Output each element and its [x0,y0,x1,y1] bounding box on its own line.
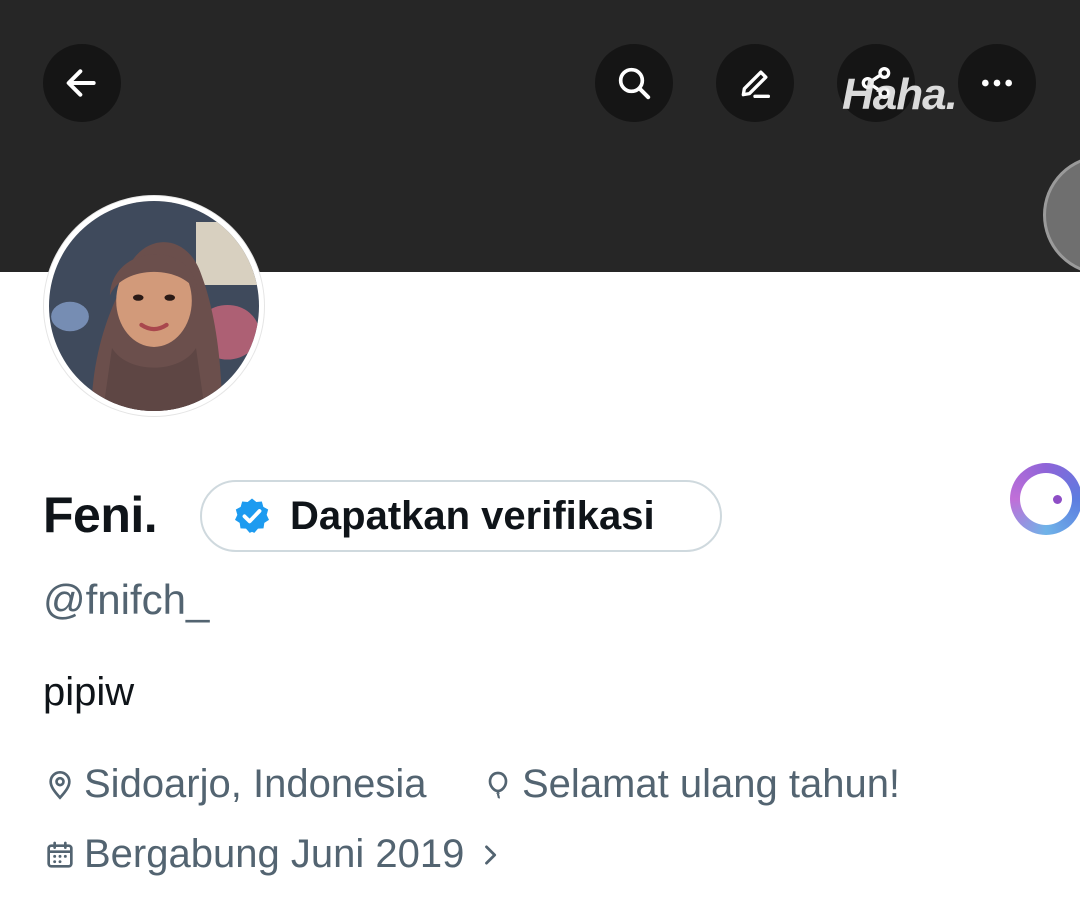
back-arrow-icon [66,69,96,97]
profile-bio: pipiw [43,670,135,714]
birthday-text: Selamat ulang tahun! [522,762,901,806]
location-text: Sidoarjo, Indonesia [84,762,427,806]
profile-name: Feni. [43,487,158,543]
back-button[interactable] [43,44,121,122]
share-icon [861,67,891,99]
verified-badge-icon [235,498,269,533]
calendar-icon [47,841,73,868]
profile-birthday: Selamat ulang tahun! [482,762,900,807]
profile-avatar[interactable] [44,196,264,416]
more-options-button[interactable] [958,44,1036,122]
joined-text: Bergabung Juni 2019 [84,832,465,876]
profile-page: Haha. Feni. Dapatkan verifikasi @fnifch_… [0,0,1080,913]
more-dots-icon [982,79,1012,87]
location-pin-icon [49,770,71,800]
get-verified-button[interactable]: Dapatkan verifikasi [200,480,722,552]
assistant-orb-icon[interactable] [1010,463,1080,535]
avatar-photo [49,201,259,411]
balloon-icon [488,771,508,799]
search-button[interactable] [595,44,673,122]
search-icon [618,67,651,100]
edit-profile-button[interactable] [716,44,794,122]
edit-pencil-icon [741,70,770,99]
profile-joined-date[interactable]: Bergabung Juni 2019 [44,832,504,877]
get-verified-label: Dapatkan verifikasi [290,493,655,538]
profile-location: Sidoarjo, Indonesia [44,762,426,807]
profile-handle: @fnifch_ [43,576,210,623]
chevron-right-icon [485,844,497,865]
share-button[interactable] [837,44,915,122]
